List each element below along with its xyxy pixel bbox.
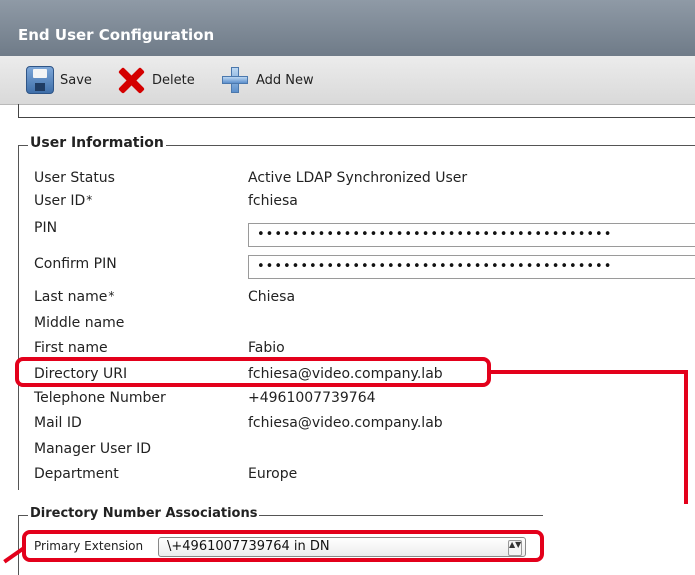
mail-id-label: Mail ID (34, 415, 82, 431)
delete-button[interactable]: Delete (116, 64, 195, 96)
telephone-number-value: +4961007739764 (248, 390, 376, 406)
telephone-number-label: Telephone Number (34, 390, 166, 406)
mail-id-value: fchiesa@video.company.lab (248, 415, 443, 431)
department-value: Europe (248, 466, 298, 482)
pin-field[interactable]: ••••••••••••••••••••••••••••••••••••••••… (248, 223, 695, 247)
pin-label: PIN (34, 220, 58, 236)
page-title: End User Configuration (0, 0, 695, 56)
primary-extension-highlight (22, 530, 544, 562)
first-name-value: Fabio (248, 340, 285, 356)
delete-icon (116, 65, 146, 95)
last-name-value: Chiesa (248, 289, 296, 305)
save-button[interactable]: Save (26, 64, 92, 96)
manager-user-id-label: Manager User ID (34, 441, 152, 457)
department-label: Department (34, 466, 119, 482)
connector-line-horizontal (491, 370, 688, 374)
add-new-button[interactable]: Add New (220, 64, 314, 96)
delete-label: Delete (152, 72, 195, 88)
add-new-icon (220, 65, 250, 95)
section-divider (18, 104, 695, 118)
connector-line-vertical (684, 370, 688, 504)
confirm-pin-label: Confirm PIN (34, 256, 117, 272)
required-mark: * (108, 289, 115, 303)
first-name-label: First name (34, 340, 108, 356)
user-information-legend: User Information (28, 135, 166, 151)
save-icon (26, 66, 54, 94)
confirm-pin-field[interactable]: ••••••••••••••••••••••••••••••••••••••••… (248, 255, 695, 279)
user-status-value: Active LDAP Synchronized User (248, 170, 468, 186)
required-mark: * (86, 193, 93, 207)
directory-uri-highlight (15, 357, 491, 387)
save-label: Save (60, 72, 92, 88)
user-id-label: User ID* (34, 193, 93, 209)
user-id-value: fchiesa (248, 193, 298, 209)
directory-number-associations-legend: Directory Number Associations (28, 506, 260, 521)
last-name-label: Last name* (34, 289, 115, 305)
toolbar: Save Delete Add New (0, 56, 695, 105)
middle-name-label: Middle name (34, 315, 125, 331)
user-status-label: User Status (34, 170, 115, 186)
add-new-label: Add New (256, 72, 314, 88)
